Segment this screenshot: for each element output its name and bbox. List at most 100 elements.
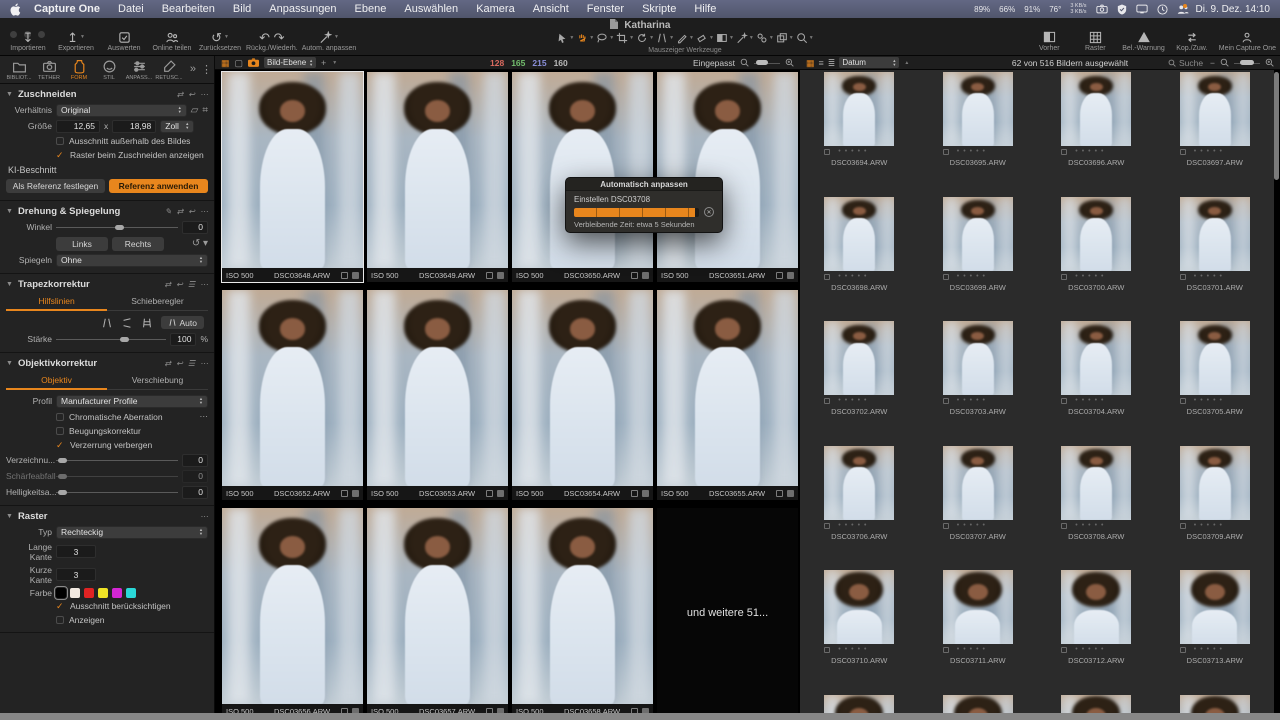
set-reference-button[interactable]: Als Referenz festlegen (6, 179, 105, 193)
crop-unit-select[interactable]: Zoll▲▼ (160, 120, 194, 133)
select-checkbox[interactable] (1061, 398, 1067, 404)
fast-user-switch-icon[interactable] (1177, 4, 1187, 15)
rating-dots[interactable]: ••••• (838, 647, 870, 653)
search-field[interactable]: Suche (1168, 58, 1203, 68)
clone-tool-icon[interactable]: ▼ (776, 32, 794, 44)
rating-dots[interactable]: ••••• (1194, 647, 1226, 653)
short-edge-field[interactable]: 3 (56, 568, 96, 581)
browser-thumbnail[interactable]: •••••DSC03700.ARW (1037, 195, 1156, 320)
browser-thumbnail[interactable]: •••••DSC03708.ARW (1037, 444, 1156, 569)
zur-cksetzen-button[interactable]: ↺▼Zurücksetzen (198, 30, 242, 52)
select-checkbox[interactable] (943, 523, 949, 529)
diffraction-checkbox[interactable] (56, 427, 64, 435)
rating-dots[interactable]: ••••• (957, 523, 989, 529)
thumb-size-slider[interactable] (1234, 59, 1260, 67)
tool-tab-tether[interactable]: TETHER (34, 59, 64, 81)
browser-thumbnail[interactable]: •••••DSC03696.ARW (1037, 70, 1156, 195)
rating-dots[interactable]: ••••• (838, 523, 870, 529)
menu-anpassungen[interactable]: Anpassungen (260, 3, 345, 15)
photo-thumbnail[interactable]: ISO 500DSC03648.ARW (222, 72, 363, 282)
grid-color-swatch[interactable] (56, 588, 66, 598)
browser-thumbnail[interactable]: •••••DSC03699.ARW (919, 195, 1038, 320)
copy-adjustment-icon[interactable]: ⇄ (164, 280, 171, 289)
rating-dots[interactable]: ••••• (838, 274, 870, 280)
heal-tool-icon[interactable]: ▼ (756, 32, 774, 44)
zoom-mode[interactable]: Eingepasst (693, 58, 735, 68)
menu-capture-one[interactable]: Capture One (25, 3, 109, 15)
tool-tab-stil[interactable]: STIL (94, 59, 124, 81)
browser-thumbnail[interactable]: •••••DSC03706.ARW (800, 444, 919, 569)
tool-tab-bibliot[interactable]: BIBLIOT... (4, 59, 34, 81)
lens-profile-select[interactable]: Manufacturer Profile▲▼ (56, 395, 208, 408)
color-tag-checkbox[interactable] (341, 272, 348, 279)
photo-thumbnail[interactable]: ISO 500DSC03656.ARW (222, 508, 363, 718)
thumb-smaller-button[interactable]: − (1210, 58, 1215, 68)
menu-kamera[interactable]: Kamera (467, 3, 524, 15)
browser-thumbnail[interactable]: •••••DSC03703.ARW (919, 319, 1038, 444)
preset-icon[interactable]: ☰ (188, 280, 195, 289)
pan-tool-icon[interactable]: ▼ (576, 32, 594, 44)
exportieren-button[interactable]: ↥▼Exportieren (54, 30, 98, 52)
rotate-tool-icon[interactable]: ▼ (636, 32, 654, 44)
sort-by-select[interactable]: Datum▲▼ (839, 57, 899, 68)
photo-thumbnail[interactable]: ISO 500DSC03652.ARW (222, 290, 363, 500)
select-checkbox[interactable] (1061, 523, 1067, 529)
zoom-tool-icon[interactable]: ▼ (796, 32, 814, 44)
rating-dots[interactable]: ••••• (957, 647, 989, 653)
menu-ebene[interactable]: Ebene (346, 3, 396, 15)
grid-color-swatch[interactable] (70, 588, 80, 598)
tool-tab-retusc[interactable]: RETUSC... (154, 59, 184, 81)
select-checkbox[interactable] (824, 274, 830, 280)
apple-menu-icon[interactable] (10, 3, 21, 16)
select-checkbox[interactable] (1180, 149, 1186, 155)
select-checkbox[interactable] (943, 149, 949, 155)
browser-thumbnail[interactable]: ••••• (1037, 693, 1156, 713)
respect-crop-checkbox[interactable]: ✓ (56, 602, 65, 610)
panel-keystone-header[interactable]: ▼ Trapezkorrektur ⇄↩☰⋯ (0, 276, 214, 292)
menu-datei[interactable]: Datei (109, 3, 153, 15)
camera-icon[interactable] (248, 58, 259, 67)
rating-dots[interactable]: ••••• (1075, 274, 1107, 280)
angle-value[interactable]: 0 (182, 221, 208, 234)
rating-dots[interactable]: ••••• (957, 149, 989, 155)
panel-crop-header[interactable]: ▼ Zuschneiden ⇄↩⋯ (0, 86, 214, 102)
more-icon[interactable]: ⋯ (200, 207, 208, 216)
keystone-tool-icon[interactable]: ▼ (656, 32, 674, 44)
raster-button[interactable]: Raster (1076, 30, 1114, 52)
photo-thumbnail[interactable]: ISO 500DSC03653.ARW (367, 290, 508, 500)
browser-thumbnail[interactable]: •••••DSC03698.ARW (800, 195, 919, 320)
keystone-both-icon[interactable] (141, 317, 153, 329)
browser-thumbnail[interactable]: •••••DSC03710.ARW (800, 568, 919, 693)
browser-thumbnail[interactable]: •••••DSC03701.ARW (1156, 195, 1275, 320)
thumb-zoom-in-icon[interactable] (1265, 58, 1274, 67)
crop-grid-checkbox[interactable]: ✓ (56, 151, 65, 159)
select-checkbox[interactable] (1061, 149, 1067, 155)
rating-dots[interactable]: ••••• (1194, 398, 1226, 404)
browser-thumbnail[interactable]: •••••DSC03711.ARW (919, 568, 1038, 693)
browser-thumbnail[interactable]: •••••DSC03705.ARW (1156, 319, 1275, 444)
magic-brush-tool-icon[interactable]: ▼ (736, 32, 754, 44)
copy-crop-icon[interactable]: ▱ (191, 105, 199, 116)
select-checkbox[interactable] (824, 398, 830, 404)
menu-fenster[interactable]: Fenster (578, 3, 633, 15)
rating-dots[interactable]: ••••• (838, 398, 870, 404)
select-checkbox[interactable] (943, 398, 949, 404)
thumb-zoom-out-icon[interactable] (1220, 58, 1229, 67)
select-checkbox[interactable] (1061, 647, 1067, 653)
browser-thumbnail[interactable]: ••••• (800, 693, 919, 713)
photo-thumbnail[interactable]: ISO 500DSC03654.ARW (512, 290, 653, 500)
expand-tools-icon[interactable]: » (190, 63, 196, 76)
distortion-slider[interactable] (56, 454, 178, 467)
gradient-mask-tool-icon[interactable]: ▼ (716, 32, 734, 44)
select-checkbox[interactable] (824, 647, 830, 653)
color-tag-checkbox[interactable] (486, 272, 493, 279)
reset-icon[interactable]: ↩ (176, 359, 183, 368)
photo-thumbnail[interactable]: ISO 500DSC03658.ARW (512, 508, 653, 718)
panel-grid-header[interactable]: ▼ Raster ⋯ (0, 508, 214, 524)
brightness-falloff-value[interactable]: 0 (182, 486, 208, 499)
distortion-value[interactable]: 0 (182, 454, 208, 467)
falloff-value[interactable]: 0 (182, 470, 208, 483)
copy-adjustment-icon[interactable]: ⇄ (164, 359, 171, 368)
browser-thumbnail[interactable]: ••••• (1156, 693, 1275, 713)
browser-thumbnail[interactable]: ••••• (919, 693, 1038, 713)
